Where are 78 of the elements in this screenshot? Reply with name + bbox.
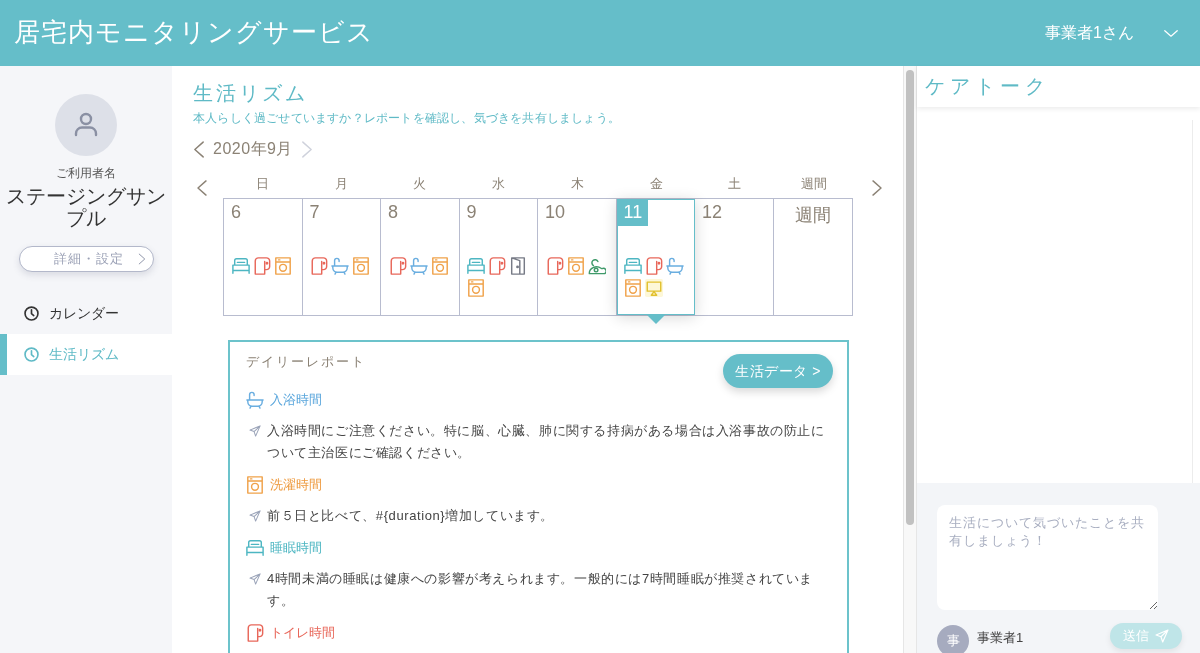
page-subtitle: 本人らしく過ごせていますか？レポートを確認し、気づきを共有しましょう。: [193, 110, 621, 126]
bed-icon: [231, 257, 250, 275]
life-data-button[interactable]: 生活データ >: [723, 354, 833, 388]
page-title: 生活リズム: [193, 81, 309, 106]
weekday-label: 土: [727, 175, 743, 193]
toilet-paper-icon: [645, 257, 664, 275]
door-icon: [509, 257, 528, 275]
washing-machine-icon: [467, 279, 486, 297]
date-label: 7: [308, 201, 321, 224]
section-title: トイレ時間: [270, 624, 335, 642]
section-title: 入浴時間: [270, 391, 322, 409]
toilet-paper-icon: [545, 257, 564, 275]
clock-icon: [24, 347, 39, 362]
date-label: 11: [617, 199, 649, 226]
toilet-paper-icon: [246, 624, 264, 642]
weekday-label: 火: [412, 175, 428, 193]
bathtub-icon: [409, 257, 428, 275]
author-avatar: 事: [937, 625, 969, 653]
toilet-paper-icon: [252, 257, 271, 275]
monitor-icon: [645, 279, 664, 297]
washing-machine-icon: [352, 257, 371, 275]
bed-icon: [246, 539, 264, 557]
user-name: ステージングサンプル: [5, 185, 167, 229]
weekday-label: 月: [333, 175, 349, 193]
report-message: 4時間未満の睡眠は健康への影響が考えられます。一般的には7時間睡眠が推奨されています。: [267, 570, 815, 610]
user-label: ご利用者名: [55, 165, 117, 182]
avatar-icon: [55, 94, 117, 156]
chevron-left-icon[interactable]: [193, 140, 205, 158]
toilet-paper-icon: [310, 257, 329, 275]
weekday-label: 週間: [799, 175, 828, 193]
month-label: 2020年9月: [213, 139, 293, 159]
washing-machine-icon: [566, 257, 585, 275]
weekly-summary-cell[interactable]: 週間: [773, 199, 852, 315]
date-label: 6: [230, 201, 242, 224]
section-title: 洗濯時間: [270, 476, 322, 494]
toilet-paper-icon: [388, 257, 407, 275]
section-title: 睡眠時間: [270, 539, 322, 557]
date-label: 8: [387, 201, 399, 224]
nav-item[interactable]: 生活リズム: [0, 334, 172, 375]
report-title: デイリーレポート: [246, 353, 366, 371]
bathtub-icon: [666, 257, 685, 275]
report-message: 入浴時間にご注意ください。特に脳、心臓、肺に関する持病がある場合は入浴事故の防止について主治医にご確認ください。: [267, 422, 826, 462]
vacuum-icon: [587, 257, 606, 275]
weekday-label: 金: [648, 175, 664, 193]
washing-machine-icon: [246, 476, 264, 494]
app-title: 居宅内モニタリングサービス: [14, 17, 374, 49]
send-icon: [1155, 629, 1169, 643]
bed-icon: [467, 257, 486, 275]
bathtub-icon: [246, 391, 264, 409]
day-cell[interactable]: 11: [616, 199, 695, 315]
send-icon: [249, 510, 261, 522]
weekday-label: 日: [254, 175, 270, 193]
washing-machine-icon: [273, 257, 292, 275]
chevron-right-icon: [138, 253, 146, 265]
report-message: 前５日と比べて、#{duration}増加しています。: [267, 507, 555, 525]
weekday-label: 水: [491, 175, 507, 193]
clock-icon: [24, 306, 39, 321]
bathtub-icon: [331, 257, 350, 275]
date-label: 12: [701, 201, 724, 224]
settings-button[interactable]: 詳細・設定: [18, 246, 154, 272]
talk-title: ケアトーク: [925, 74, 1051, 99]
date-label: 10: [544, 201, 567, 224]
washing-machine-icon: [430, 257, 449, 275]
send-icon: [249, 573, 261, 585]
scrollbar-thumb[interactable]: [906, 70, 914, 525]
chevron-down-icon: [1164, 28, 1178, 38]
chevron-left-icon[interactable]: [196, 179, 208, 196]
nav-item[interactable]: カレンダー: [0, 293, 172, 334]
author-name: 事業者1: [977, 629, 1024, 647]
user-menu-button[interactable]: 事業者1さん: [1045, 19, 1178, 47]
message-field[interactable]: 生活について気づいたことを共有しましょう！: [937, 505, 1158, 610]
chevron-right-icon[interactable]: [871, 179, 883, 196]
date-label: 9: [465, 201, 478, 224]
washing-machine-icon: [624, 279, 643, 297]
weekday-label: 木: [569, 175, 585, 193]
send-icon: [249, 425, 261, 437]
bed-icon: [624, 257, 643, 275]
toilet-paper-icon: [488, 257, 507, 275]
